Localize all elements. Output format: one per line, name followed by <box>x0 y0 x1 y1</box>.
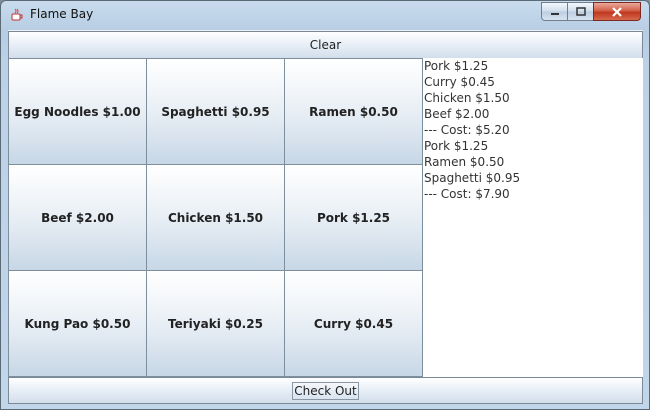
receipt-line: Pork $1.25 <box>424 59 489 73</box>
receipt-line: Chicken $1.50 <box>424 91 510 105</box>
maximize-icon <box>575 7 586 16</box>
window-title: Flame Bay <box>30 7 94 21</box>
close-button[interactable] <box>593 2 641 21</box>
receipt-total: --- Cost: $7.90 <box>424 187 510 201</box>
maximize-button[interactable] <box>567 2 594 21</box>
title-bar[interactable]: Flame Bay <box>1 1 649 29</box>
menu-item-spaghetti[interactable]: Spaghetti $0.95 <box>146 58 285 165</box>
receipt-line: Curry $0.45 <box>424 75 495 89</box>
java-coffee-icon <box>11 8 23 21</box>
menu-item-curry[interactable]: Curry $0.45 <box>284 270 423 377</box>
clear-button[interactable]: Clear <box>8 31 643 59</box>
app-window: Flame Bay Clear Egg Noodles $1.00 Spaghe… <box>0 0 650 410</box>
close-icon <box>612 6 622 17</box>
minimize-button[interactable] <box>541 2 568 21</box>
content-pane: Clear Egg Noodles $1.00 Spaghetti $0.95 … <box>8 30 643 404</box>
menu-item-beef[interactable]: Beef $2.00 <box>8 164 147 271</box>
receipt-line: Spaghetti $0.95 <box>424 171 521 185</box>
receipt-line: Ramen $0.50 <box>424 155 505 169</box>
menu-item-pork[interactable]: Pork $1.25 <box>284 164 423 271</box>
menu-item-teriyaki[interactable]: Teriyaki $0.25 <box>146 270 285 377</box>
minimize-icon <box>550 12 559 15</box>
menu-item-kung-pao[interactable]: Kung Pao $0.50 <box>8 270 147 377</box>
receipt-total: --- Cost: $5.20 <box>424 123 510 137</box>
menu-grid: Egg Noodles $1.00 Spaghetti $0.95 Ramen … <box>8 58 423 377</box>
menu-item-chicken[interactable]: Chicken $1.50 <box>146 164 285 271</box>
checkout-button[interactable]: Check Out <box>8 377 643 404</box>
menu-item-egg-noodles[interactable]: Egg Noodles $1.00 <box>8 58 147 165</box>
receipt-line: Pork $1.25 <box>424 139 489 153</box>
menu-item-ramen[interactable]: Ramen $0.50 <box>284 58 423 165</box>
checkout-label: Check Out <box>292 381 359 400</box>
order-receipt[interactable]: Pork $1.25 Curry $0.45 Chicken $1.50 Bee… <box>423 58 643 377</box>
receipt-line: Beef $2.00 <box>424 107 490 121</box>
